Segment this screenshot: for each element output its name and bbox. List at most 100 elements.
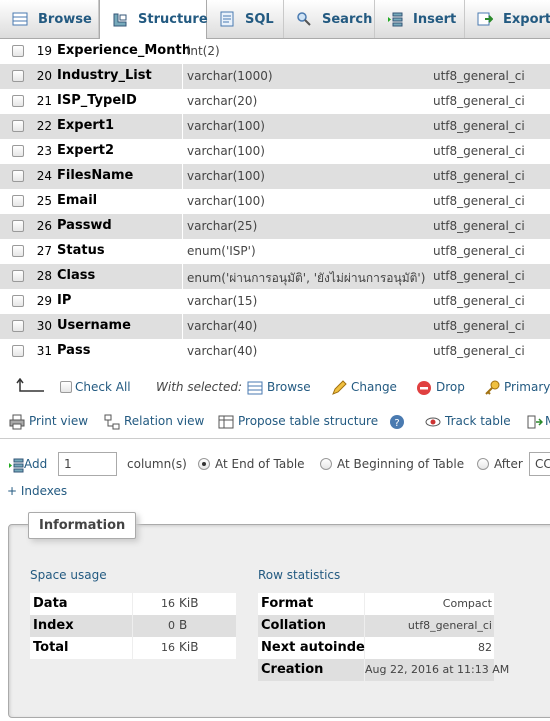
table-row: 30 Username varchar(40) utf8_general_ci	[0, 314, 550, 339]
cell-separator	[182, 339, 183, 364]
row-checkbox[interactable]	[12, 345, 24, 357]
column-name: Experience_Month	[57, 43, 191, 58]
tab-browse-label: Browse	[38, 11, 92, 27]
check-all-label[interactable]: Check All	[75, 380, 131, 394]
column-collation: utf8_general_ci	[433, 319, 525, 333]
column-number: 24	[36, 169, 52, 183]
bulk-primary-button[interactable]: Primary	[504, 380, 550, 394]
table-row: 22 Expert1 varchar(100) utf8_general_ci	[0, 114, 550, 139]
columns-label: column(s)	[127, 457, 187, 471]
column-type: varchar(100)	[187, 144, 265, 158]
row-checkbox[interactable]	[12, 295, 24, 307]
tab-structure-label: Structure	[138, 12, 208, 27]
column-count-input[interactable]	[58, 452, 117, 476]
propose-structure-icon	[218, 414, 234, 430]
add-column-form: Add column(s) At End of Table At Beginni…	[0, 450, 550, 480]
check-all-checkbox[interactable]	[60, 381, 72, 393]
information-legend: Information	[28, 512, 137, 539]
print-view-link[interactable]: Print view	[29, 414, 88, 428]
space-usage-header: Space usage	[30, 568, 107, 582]
column-collation: utf8_general_ci	[433, 169, 525, 183]
bulk-drop-button[interactable]: Drop	[436, 380, 465, 394]
row-checkbox[interactable]	[12, 70, 24, 82]
tab-search[interactable]: Search	[284, 0, 375, 38]
row-checkbox[interactable]	[12, 120, 24, 132]
indexes-link[interactable]: + Indexes	[7, 484, 67, 498]
bulk-change-button[interactable]: Change	[351, 380, 397, 394]
column-name: Expert1	[57, 118, 115, 133]
row-statistics-header: Row statistics	[258, 568, 341, 582]
space-usage-label: Index	[30, 615, 132, 637]
table-row: 20 Industry_List varchar(1000) utf8_general…	[0, 64, 550, 89]
bulk-actions: Check All With selected: Browse Change D…	[0, 376, 550, 400]
tab-search-label: Search	[322, 11, 373, 27]
tab-structure[interactable]: Structure	[99, 0, 208, 39]
bulk-browse-button[interactable]: Browse	[267, 380, 311, 394]
column-number: 23	[36, 144, 52, 158]
column-type: varchar(1000)	[187, 69, 273, 83]
cell-separator	[182, 114, 183, 139]
column-number: 22	[36, 119, 52, 133]
tab-insert[interactable]: Insert	[375, 0, 465, 38]
column-type: varchar(100)	[187, 194, 265, 208]
tab-sql[interactable]: SQL	[207, 0, 284, 38]
column-type: varchar(20)	[187, 94, 258, 108]
relation-icon	[104, 414, 120, 430]
relation-view-link[interactable]: Relation view	[124, 414, 204, 428]
help-icon[interactable]: ?	[389, 414, 405, 430]
at-end-radio[interactable]	[198, 458, 210, 470]
drop-icon	[416, 380, 432, 396]
row-statistics-value: Compact	[365, 593, 494, 615]
at-beginning-label[interactable]: At Beginning of Table	[337, 457, 464, 471]
propose-structure-link[interactable]: Propose table structure	[238, 414, 378, 428]
column-number: 26	[36, 219, 52, 233]
after-label[interactable]: After	[494, 457, 523, 471]
row-checkbox[interactable]	[12, 320, 24, 332]
column-number: 28	[36, 269, 52, 283]
table-row: 27 Status enum('ISP') utf8_general_ci	[0, 239, 550, 264]
column-collation: utf8_general_ci	[433, 269, 525, 283]
column-type: varchar(40)	[187, 344, 258, 358]
space-usage-label: Data	[30, 593, 132, 615]
column-collation: utf8_general_ci	[433, 344, 525, 358]
search-icon	[296, 11, 312, 27]
column-type: varchar(100)	[187, 169, 265, 183]
column-name: FilesName	[57, 168, 134, 183]
add-column-icon	[8, 457, 24, 473]
tab-export[interactable]: Export	[465, 0, 550, 38]
row-checkbox[interactable]	[12, 195, 24, 207]
row-statistics-value: 82	[365, 637, 494, 659]
column-number: 25	[36, 194, 52, 208]
row-statistics-label: Creation	[258, 659, 364, 681]
sql-icon	[219, 11, 235, 27]
row-checkbox[interactable]	[12, 245, 24, 257]
row-checkbox[interactable]	[12, 45, 24, 57]
cell-separator	[182, 64, 183, 89]
column-type: int(2)	[187, 44, 220, 58]
column-collation: utf8_general_ci	[433, 119, 525, 133]
table-row: 31 Pass varchar(40) utf8_general_ci	[0, 339, 550, 364]
row-checkbox[interactable]	[12, 95, 24, 107]
tab-browse[interactable]: Browse	[0, 0, 99, 38]
column-number: 20	[36, 69, 52, 83]
move-columns-link[interactable]: M	[545, 414, 550, 428]
after-radio[interactable]	[477, 458, 489, 470]
row-checkbox[interactable]	[12, 170, 24, 182]
column-name: Email	[57, 193, 98, 208]
column-number: 21	[36, 94, 52, 108]
row-checkbox[interactable]	[12, 270, 24, 282]
at-end-label[interactable]: At End of Table	[215, 457, 305, 471]
row-statistics-label: Format	[258, 593, 364, 615]
column-collation: utf8_general_ci	[433, 219, 525, 233]
after-column-select[interactable]: CC	[529, 452, 550, 476]
table-row: 21 ISP_TypeID varchar(20) utf8_general_ci	[0, 89, 550, 114]
column-name: IP	[57, 293, 72, 308]
table-row: 24 FilesName varchar(100) utf8_general_ci	[0, 164, 550, 189]
row-checkbox[interactable]	[12, 145, 24, 157]
track-table-link[interactable]: Track table	[445, 414, 511, 428]
column-type: varchar(40)	[187, 319, 258, 333]
column-number: 31	[36, 344, 52, 358]
row-checkbox[interactable]	[12, 220, 24, 232]
arrow-left-up-icon	[16, 377, 46, 394]
at-beginning-radio[interactable]	[320, 458, 332, 470]
